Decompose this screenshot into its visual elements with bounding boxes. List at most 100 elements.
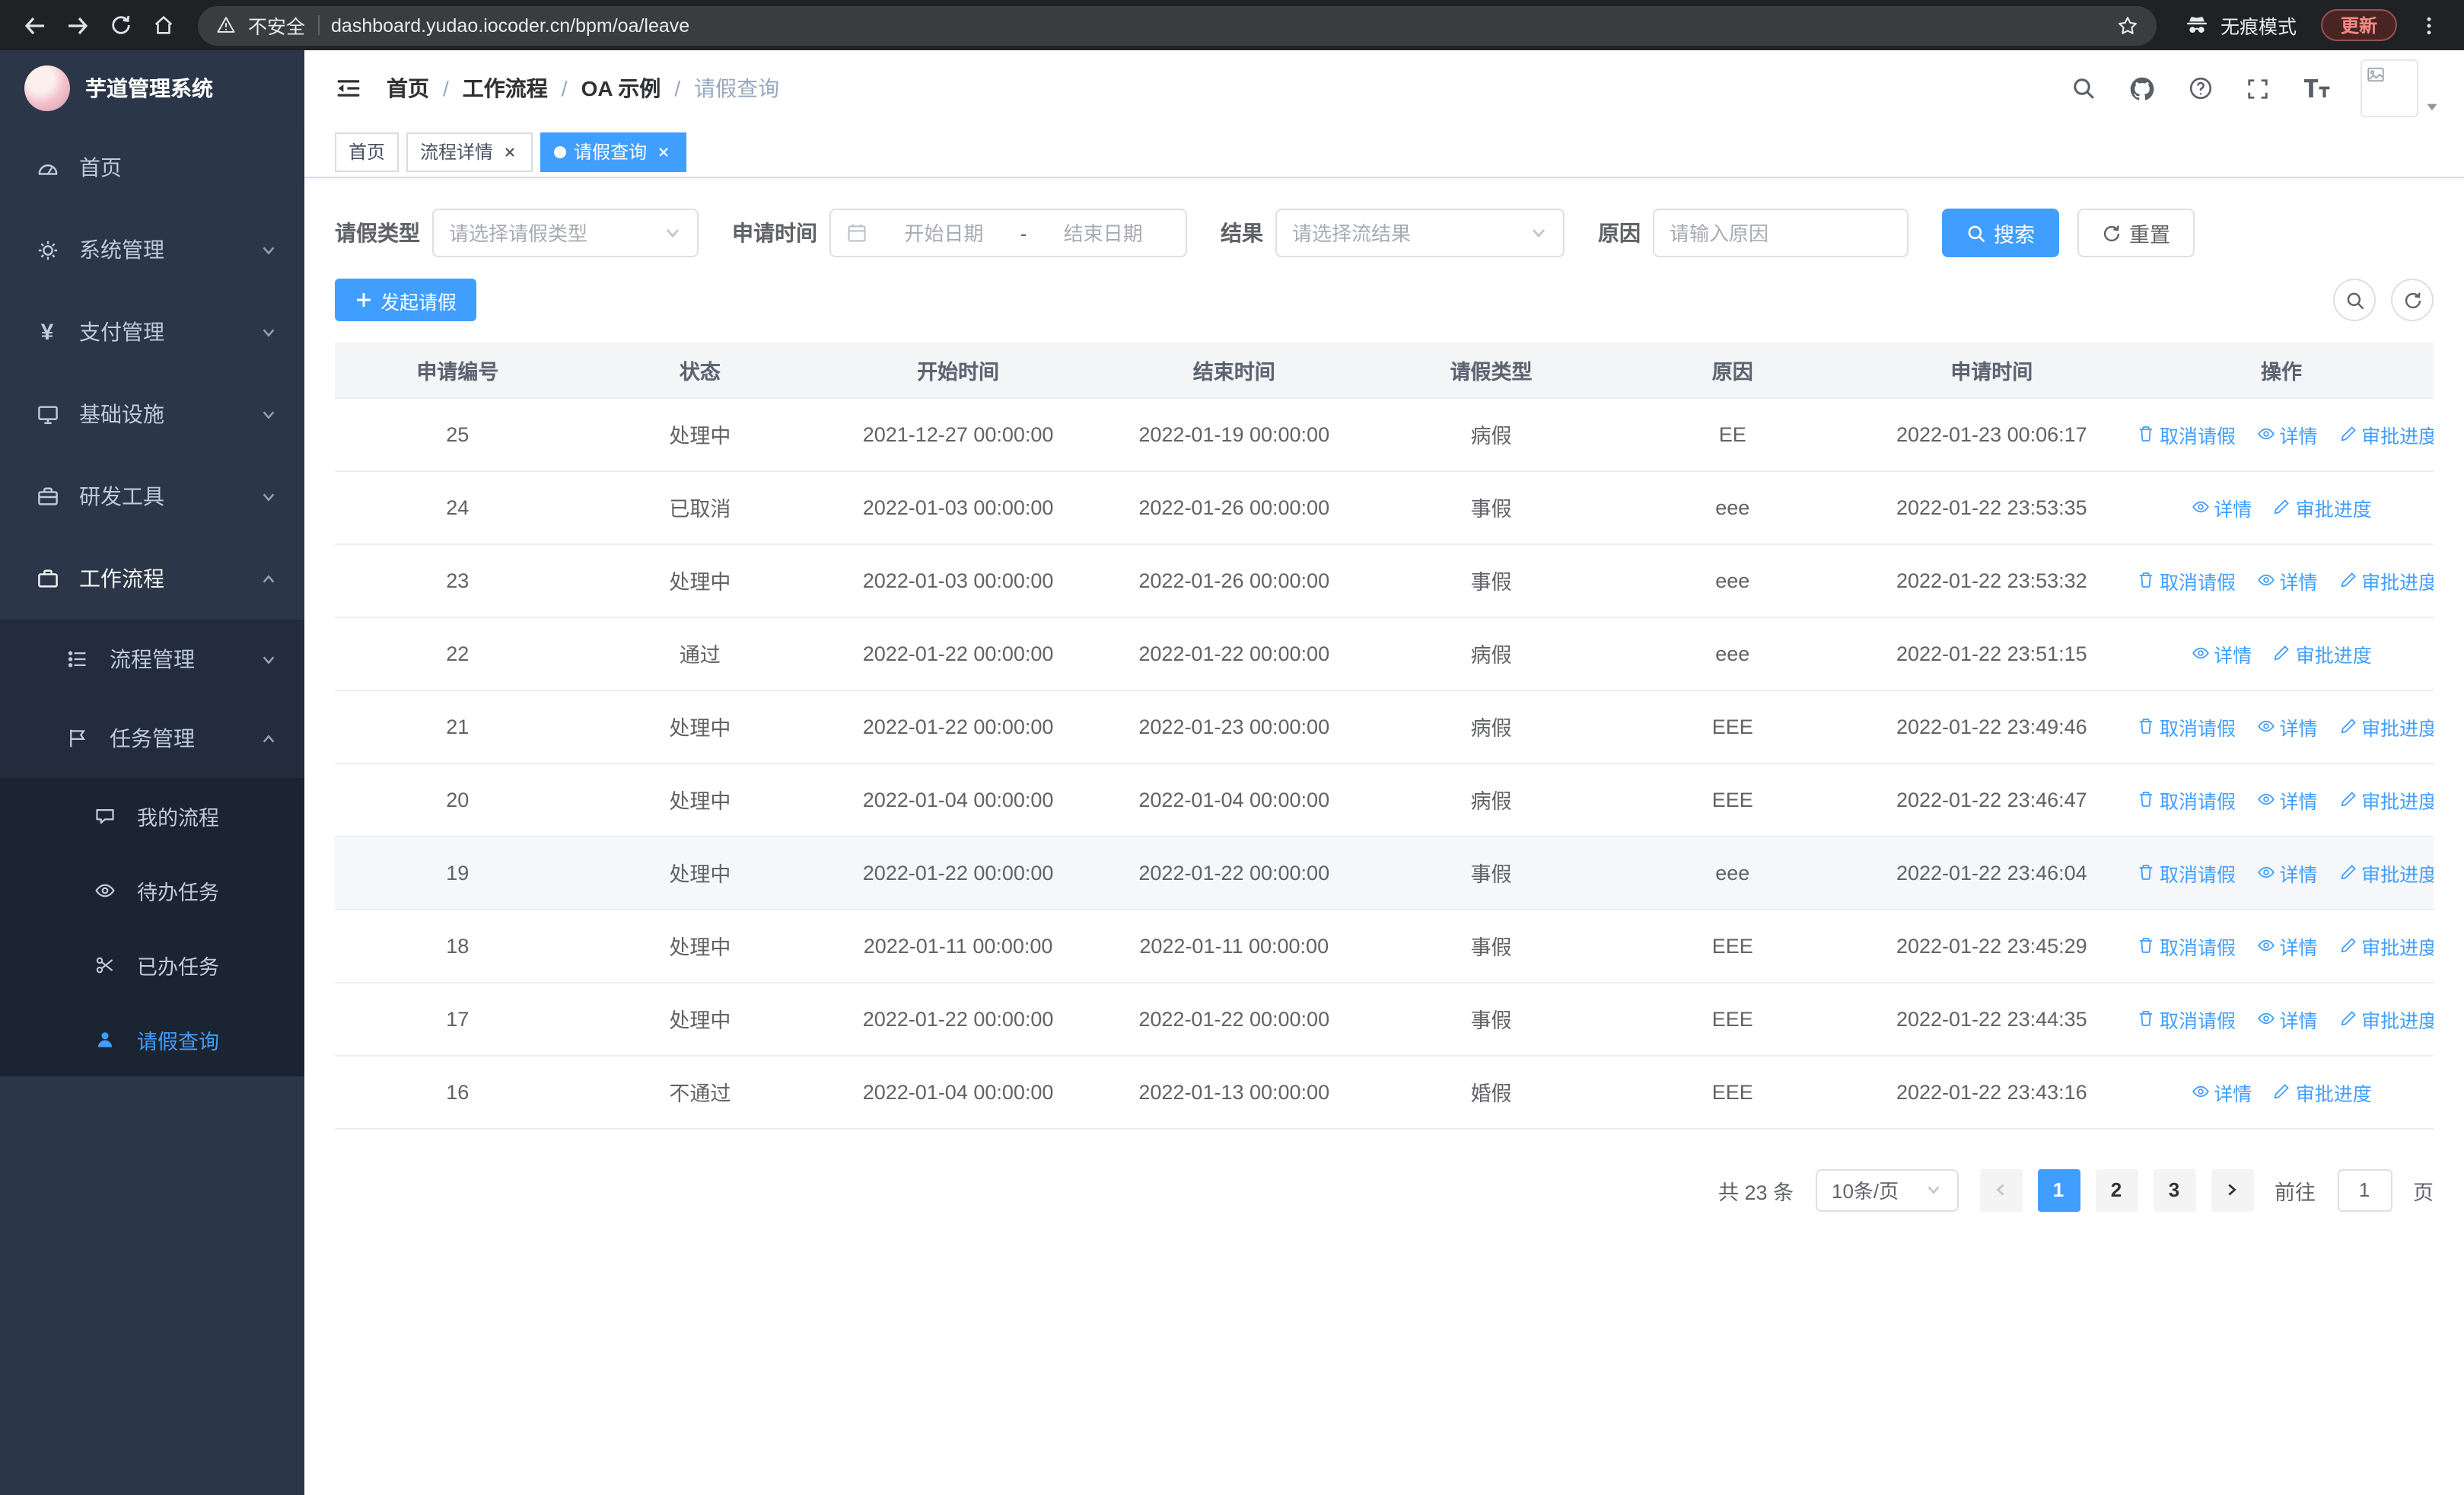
progress-link[interactable]: 审批进度 xyxy=(2273,492,2372,521)
result-select[interactable] xyxy=(1275,209,1565,257)
browser-home-button[interactable] xyxy=(143,5,183,45)
progress-link[interactable]: 审批进度 xyxy=(2273,639,2372,668)
goto-page-input[interactable] xyxy=(2338,1170,2390,1210)
cell-apply-time: 2022-01-23 00:06:17 xyxy=(1854,397,2129,471)
header-search-button[interactable] xyxy=(2068,73,2099,104)
progress-link[interactable]: 审批进度 xyxy=(2338,419,2434,448)
breadcrumb-item-workflow[interactable]: 工作流程 xyxy=(463,73,548,104)
browser-reload-button[interactable] xyxy=(100,5,140,45)
reason-input[interactable] xyxy=(1670,222,1892,244)
sidebar-collapse-button[interactable] xyxy=(329,69,368,108)
browser-menu-button[interactable] xyxy=(2409,5,2449,45)
sidebar-item-todo-tasks[interactable]: 待办任务 xyxy=(0,853,304,927)
bookmark-star-icon[interactable] xyxy=(2117,14,2138,36)
tab-home[interactable]: 首页 xyxy=(335,132,400,171)
sidebar-item-done-tasks[interactable]: 已办任务 xyxy=(0,927,304,1002)
progress-link[interactable]: 审批进度 xyxy=(2338,931,2434,960)
cell-start-time: 2022-01-22 00:00:00 xyxy=(820,836,1097,910)
progress-link[interactable]: 审批进度 xyxy=(2338,712,2434,741)
detail-link[interactable]: 详情 xyxy=(2257,566,2318,594)
user-menu[interactable] xyxy=(2361,59,2440,117)
reason-input-box[interactable] xyxy=(1653,209,1908,257)
cell-status: 处理中 xyxy=(580,909,820,983)
incognito-label: 无痕模式 xyxy=(2220,17,2297,38)
sidebar-item-system[interactable]: 系统管理 xyxy=(0,209,304,291)
progress-link[interactable]: 审批进度 xyxy=(2338,1004,2434,1033)
detail-link[interactable]: 详情 xyxy=(2257,931,2318,960)
cancel-leave-link[interactable]: 取消请假 xyxy=(2137,712,2236,741)
breadcrumb-item-oa-example[interactable]: OA 示例 xyxy=(581,73,661,104)
page-number-button[interactable]: 2 xyxy=(2095,1168,2138,1211)
toggle-search-button[interactable] xyxy=(2333,279,2376,321)
sidebar-item-infrastructure[interactable]: 基础设施 xyxy=(0,373,304,455)
cancel-leave-link[interactable]: 取消请假 xyxy=(2137,1004,2236,1033)
navbar-actions xyxy=(2068,59,2440,117)
reset-button[interactable]: 重置 xyxy=(2077,209,2195,257)
end-date-input[interactable] xyxy=(1036,222,1170,244)
fullscreen-button[interactable] xyxy=(2243,74,2272,103)
sidebar-item-home[interactable]: 首页 xyxy=(0,126,304,209)
sidebar-item-task-management[interactable]: 任务管理 xyxy=(0,699,304,778)
cancel-leave-link[interactable]: 取消请假 xyxy=(2137,931,2236,960)
detail-link[interactable]: 详情 xyxy=(2257,858,2318,887)
cancel-leave-link[interactable]: 取消请假 xyxy=(2137,858,2236,887)
font-size-button[interactable] xyxy=(2300,75,2333,102)
cancel-leave-link[interactable]: 取消请假 xyxy=(2137,785,2236,814)
detail-link[interactable]: 详情 xyxy=(2191,639,2252,668)
detail-link[interactable]: 详情 xyxy=(2191,1077,2252,1106)
page-size-input[interactable] xyxy=(1832,1178,1915,1201)
sidebar-item-workflow[interactable]: 工作流程 xyxy=(0,537,304,620)
detail-link[interactable]: 详情 xyxy=(2257,785,2318,814)
tab-process-detail[interactable]: 流程详情 xyxy=(406,132,533,171)
leave-type-select-input[interactable] xyxy=(449,222,654,244)
page-size-select[interactable] xyxy=(1815,1168,1958,1211)
breadcrumb-separator: / xyxy=(561,76,568,100)
sidebar-item-leave-query[interactable]: 请假查询 xyxy=(0,1002,304,1076)
sidebar-item-devtools[interactable]: 研发工具 xyxy=(0,455,304,537)
tab-leave-query[interactable]: 请假查询 xyxy=(540,132,687,171)
cancel-leave-link[interactable]: 取消请假 xyxy=(2137,566,2236,594)
cell-status: 处理中 xyxy=(580,397,820,471)
cancel-leave-link[interactable]: 取消请假 xyxy=(2137,419,2236,448)
sidebar-item-my-process[interactable]: 我的流程 xyxy=(0,778,304,853)
edit-icon xyxy=(2340,1011,2355,1026)
page-number-button[interactable]: 1 xyxy=(2037,1168,2080,1211)
refresh-table-button[interactable] xyxy=(2391,279,2434,321)
create-leave-button[interactable]: 发起请假 xyxy=(335,279,477,321)
close-icon[interactable] xyxy=(654,142,673,161)
browser-back-button[interactable] xyxy=(15,5,55,45)
progress-link[interactable]: 审批进度 xyxy=(2338,785,2434,814)
address-bar[interactable]: 不安全 dashboard.yudao.iocoder.cn/bpm/oa/le… xyxy=(198,5,2157,45)
breadcrumb-item-home[interactable]: 首页 xyxy=(387,73,429,104)
sidebar-item-payment[interactable]: ¥ 支付管理 xyxy=(0,291,304,373)
app-logo[interactable]: 芋道管理系统 xyxy=(0,50,304,126)
github-link-button[interactable] xyxy=(2126,72,2158,104)
cell-reason: EEE xyxy=(1610,1055,1854,1129)
top-navbar: 首页 / 工作流程 / OA 示例 / 请假查询 xyxy=(304,50,2464,126)
help-button[interactable] xyxy=(2185,73,2216,104)
table-header-row: 申请编号 状态 开始时间 结束时间 请假类型 原因 申请时间 操作 xyxy=(335,343,2434,398)
edit-icon xyxy=(2340,426,2355,441)
start-date-input[interactable] xyxy=(877,222,1011,244)
col-start-time: 开始时间 xyxy=(820,343,1097,398)
next-page-button[interactable] xyxy=(2211,1168,2253,1211)
detail-link[interactable]: 详情 xyxy=(2257,1004,2318,1033)
apply-time-range-picker[interactable]: - xyxy=(829,209,1187,257)
page-number-button[interactable]: 3 xyxy=(2153,1168,2195,1211)
search-button[interactable]: 搜索 xyxy=(1942,209,2059,257)
leave-type-select[interactable] xyxy=(432,209,699,257)
prev-page-button[interactable] xyxy=(1979,1168,2022,1211)
progress-link[interactable]: 审批进度 xyxy=(2338,566,2434,594)
result-select-input[interactable] xyxy=(1292,222,1520,244)
close-icon[interactable] xyxy=(501,142,519,161)
search-button-label: 搜索 xyxy=(1994,224,2035,247)
chevron-down-icon xyxy=(1530,224,1548,242)
detail-link[interactable]: 详情 xyxy=(2257,419,2318,448)
sidebar-item-process-management[interactable]: 流程管理 xyxy=(0,620,304,699)
browser-forward-button[interactable] xyxy=(58,5,97,45)
detail-link[interactable]: 详情 xyxy=(2257,712,2318,741)
update-button[interactable]: 更新 xyxy=(2320,9,2397,41)
detail-link[interactable]: 详情 xyxy=(2191,492,2252,521)
progress-link[interactable]: 审批进度 xyxy=(2338,858,2434,887)
progress-link[interactable]: 审批进度 xyxy=(2273,1077,2372,1106)
